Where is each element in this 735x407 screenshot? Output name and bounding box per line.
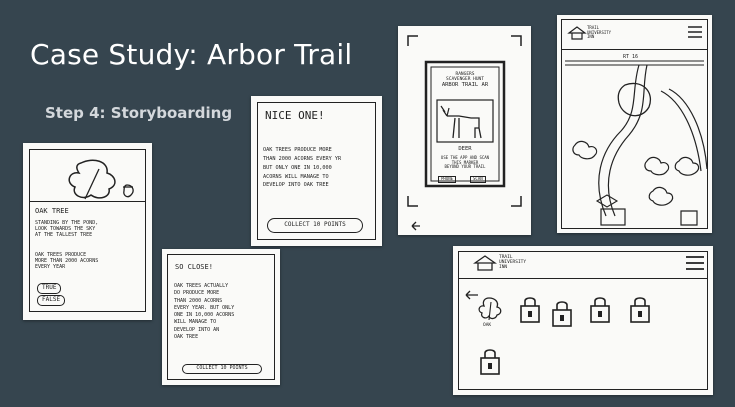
text-line: Beyond your trail xyxy=(444,164,486,170)
storyboard-card-ar-scan: Rangers Scavenger hunt Arbor Trail AR De… xyxy=(398,26,531,235)
text-line: than 2000 acorns every yr xyxy=(263,155,342,162)
lock-icon xyxy=(480,349,500,375)
text-line: one in 10,000 acorns xyxy=(174,312,235,318)
card-heading: So Close! xyxy=(175,263,213,271)
oak-leaf-icon xyxy=(478,297,502,321)
phone-button[interactable]: Phone xyxy=(438,176,457,183)
text-line: Oak trees actually xyxy=(174,283,229,289)
lock-icon xyxy=(630,297,650,323)
true-button[interactable]: True xyxy=(37,283,62,294)
leaf-icon xyxy=(68,159,134,200)
card-heading: Nice One! xyxy=(265,109,325,122)
menu-icon[interactable] xyxy=(685,255,705,271)
collect-points-button[interactable]: Collect 10 points xyxy=(182,364,262,374)
ar-label: Deer xyxy=(458,146,472,152)
text-line: every year. But only xyxy=(174,304,235,311)
text-line: but only one in 10,000 xyxy=(263,164,332,171)
leaf-label: Oak xyxy=(483,323,492,328)
text-line: every year xyxy=(35,263,66,270)
false-button[interactable]: False xyxy=(37,295,66,306)
text-line: Oak trees produce more xyxy=(263,147,332,153)
collect-points-button[interactable]: Collect 10 points xyxy=(267,218,363,233)
text-line: develop into an xyxy=(174,326,220,333)
storyboard-card-oak-tree: Oak Tree Standing by the pond, look towa… xyxy=(23,143,152,320)
inn-logo-icon xyxy=(473,255,497,271)
slide-subtitle: Step 4: Storyboarding xyxy=(45,104,233,122)
menu-icon[interactable] xyxy=(687,25,703,39)
brand-line: Inn xyxy=(499,265,508,271)
text-line: at the tallest tree xyxy=(35,231,93,238)
text-line: than 2000 acorns xyxy=(174,297,223,304)
inn-logo-icon xyxy=(567,26,587,40)
text-line: do produce more xyxy=(174,290,220,297)
text-line: develop into oak tree xyxy=(263,182,329,189)
storyboard-card-collection: Trail University Inn Oak xyxy=(453,246,713,395)
text-line: Arbor Trail AR xyxy=(441,82,489,89)
text-line: acorns will manage to xyxy=(263,173,329,180)
slide-title: Case Study: Arbor Trail xyxy=(30,38,353,71)
storyboard-card-so-close: So Close! Oak trees actually do produce … xyxy=(162,249,280,385)
map-illustration xyxy=(565,60,708,226)
card-heading: Oak Tree xyxy=(35,207,69,215)
lock-icon xyxy=(520,297,540,323)
lock-icon xyxy=(593,294,615,324)
scan-button[interactable]: Scan xyxy=(470,176,486,183)
storyboard-card-map: Trail University Inn Rt 16 xyxy=(557,15,712,233)
lock-icon xyxy=(552,301,572,327)
text-line: oak tree xyxy=(174,333,199,340)
deer-icon xyxy=(436,99,494,143)
text-line: will manage to xyxy=(174,319,217,326)
storyboard-card-nice-one: Nice One! Oak trees produce more than 20… xyxy=(251,96,382,246)
brand-line: Inn xyxy=(587,34,595,40)
